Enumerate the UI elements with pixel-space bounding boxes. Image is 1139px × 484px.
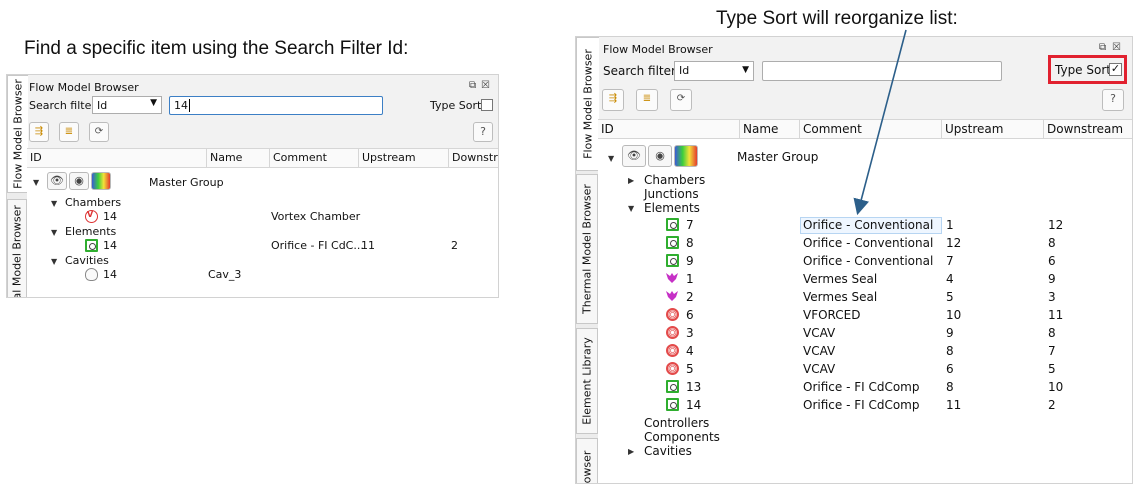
annotation-arrow (853, 29, 907, 216)
